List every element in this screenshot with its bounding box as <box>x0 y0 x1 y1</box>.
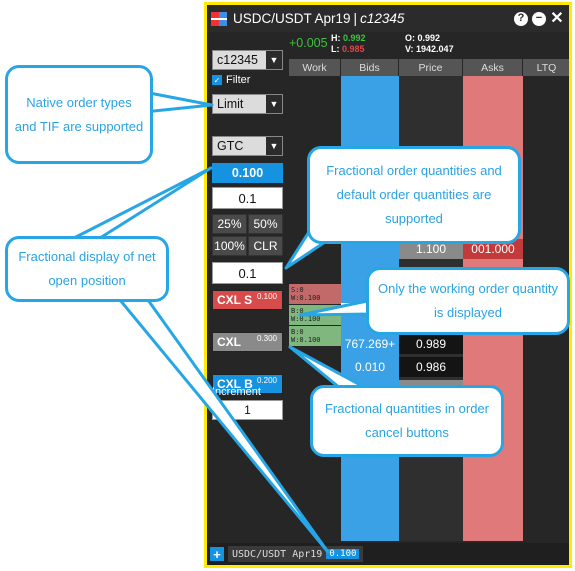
callout-fractional-qty: Fractional order quantities and default … <box>307 146 521 244</box>
callout-pointer-net-position <box>72 166 213 240</box>
callout-pointer-net-position-statusbar <box>118 298 330 554</box>
callout-working-qty: Only the working order quantity is displ… <box>366 267 570 335</box>
callout-order-types: Native order types and TIF are supported <box>5 65 153 164</box>
callout-cancel-buttons: Fractional quantities in order cancel bu… <box>310 385 504 457</box>
callout-pointer-order-types <box>142 90 214 114</box>
callout-net-position: Fractional display of net open position <box>5 236 169 302</box>
callout-pointer-cancel-buttons <box>288 345 368 390</box>
callout-pointer-working-qty <box>298 298 374 317</box>
